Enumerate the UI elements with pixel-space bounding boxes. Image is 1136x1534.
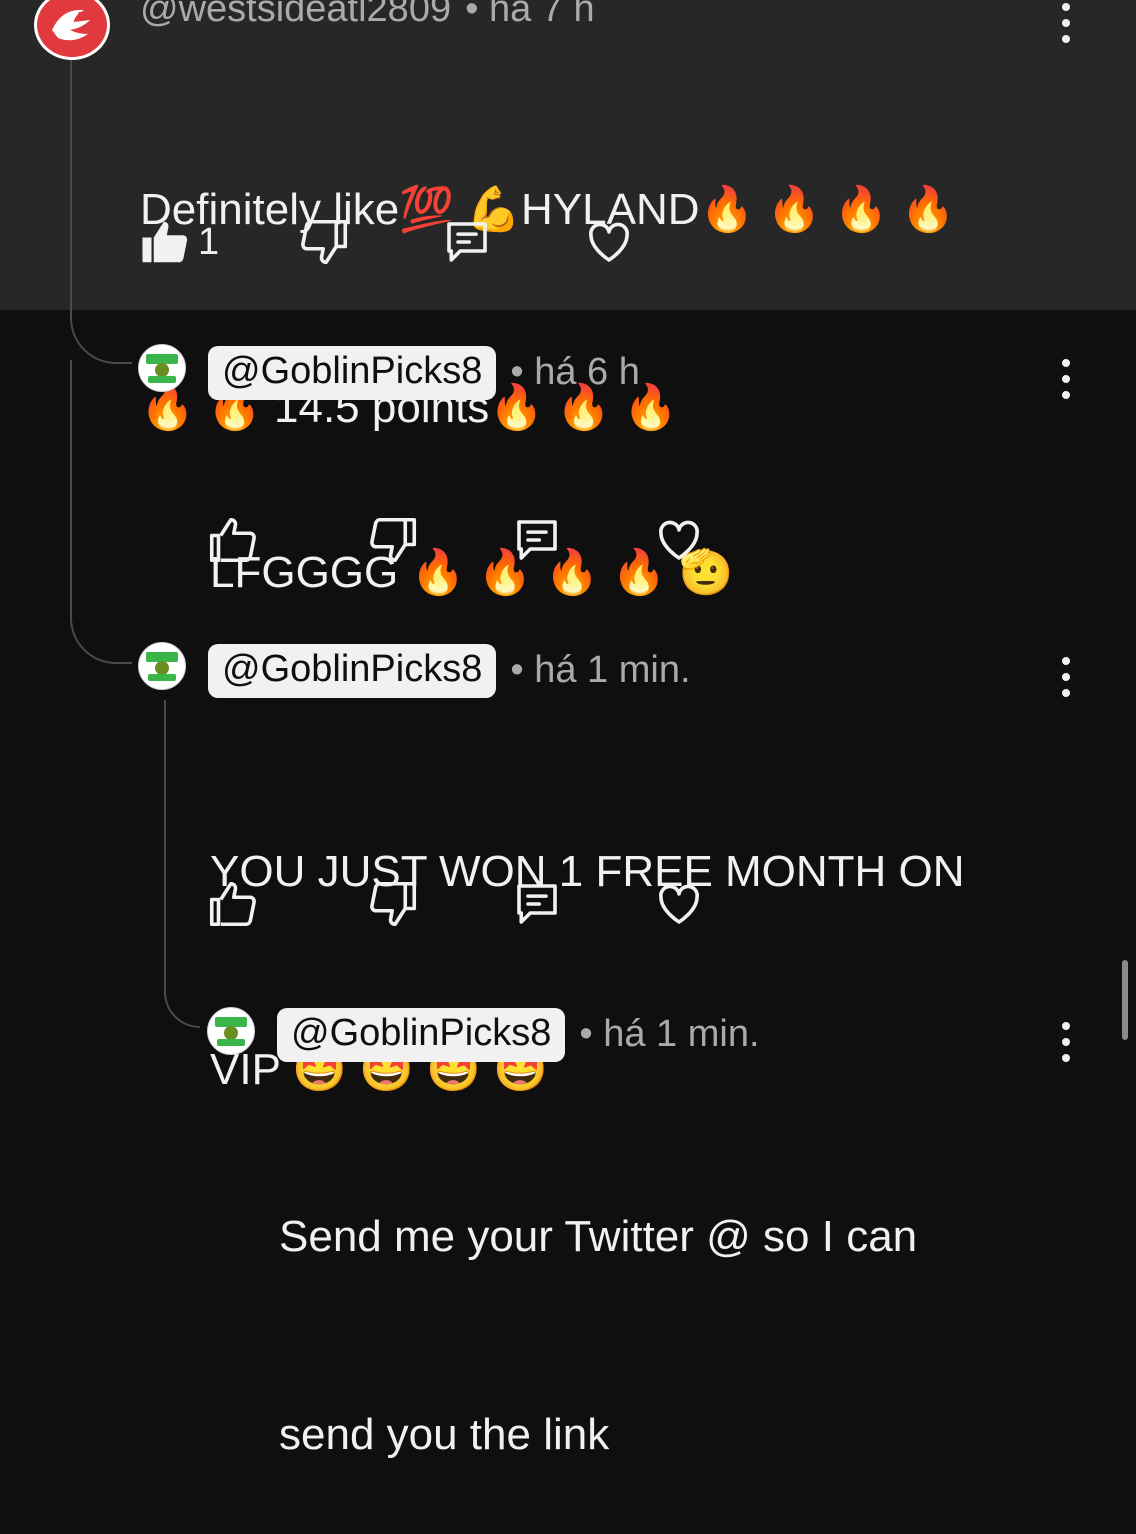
reply-text-line: send you the link [279,1410,610,1459]
heart-icon [589,222,629,262]
reply-button[interactable] [510,874,564,934]
reply-avatar[interactable] [138,344,186,392]
heart-icon [659,884,699,924]
heart-button[interactable] [652,874,706,934]
reply-avatar[interactable] [207,1007,255,1055]
like-button[interactable] [205,874,259,934]
thumbs-up-icon [209,881,256,927]
more-vert-icon[interactable] [1056,657,1076,697]
reply-comment-icon [517,520,557,560]
reply-avatar[interactable] [138,642,186,690]
thread-connector [164,976,200,1028]
thread-line [70,58,72,308]
more-vert-icon[interactable] [1056,359,1076,399]
reply-actions [205,874,725,934]
reply-meta: @GoblinPicks8 • há 1 min. [208,644,691,698]
reply-button[interactable] [440,212,494,272]
dislike-button[interactable] [298,212,352,272]
dislike-button[interactable] [367,874,421,934]
thumbs-down-icon [370,881,417,927]
thread-line [164,700,166,980]
reply-author[interactable]: @GoblinPicks8 [208,644,497,698]
reply-comment-icon [517,884,557,924]
thumbs-down-icon [301,219,348,265]
reply-author[interactable]: @GoblinPicks8 [208,346,497,400]
goblin-picks-logo-icon [146,652,178,681]
reply-button[interactable] [510,510,564,570]
thread-line [70,360,72,610]
thread-connector [70,300,132,364]
scrollbar[interactable] [1122,960,1128,1040]
comment-time: • há 7 h [465,0,595,30]
reply-text: Send me your Twitter @ so I can send you… [279,1072,917,1534]
heart-button[interactable] [582,212,636,272]
thumbs-up-icon [209,517,256,563]
goblin-picks-logo-icon [215,1017,247,1046]
reply-meta: @GoblinPicks8 • há 1 min. [277,1008,760,1062]
like-button[interactable] [205,510,259,570]
reply-author[interactable]: @GoblinPicks8 [277,1008,566,1062]
reply-text-line: Send me your Twitter @ so I can [279,1212,918,1261]
thumbs-up-icon [142,221,188,263]
thumbs-down-icon [370,517,417,563]
dislike-button[interactable] [367,510,421,570]
reply-actions [205,510,725,570]
like-button[interactable]: 1 [138,212,219,272]
reply-time: • há 1 min. [510,649,691,692]
comment-author[interactable]: @westsideatl2809 [140,0,451,31]
thread-connector [70,600,132,664]
reply-time: • há 6 h [510,351,640,394]
heart-button[interactable] [652,510,706,570]
more-vert-icon[interactable] [1056,3,1076,43]
reply-meta: @GoblinPicks8 • há 6 h [208,346,640,400]
like-count: 1 [198,220,220,263]
hawks-logo-icon [52,9,90,41]
more-vert-icon[interactable] [1056,1022,1076,1062]
reply-time: • há 1 min. [579,1013,760,1056]
comment-actions: 1 [138,212,658,272]
goblin-picks-logo-icon [146,354,178,383]
reply-comment-icon [447,222,487,262]
comment-meta: @westsideatl2809 • há 7 h [140,0,595,31]
heart-icon [659,520,699,560]
